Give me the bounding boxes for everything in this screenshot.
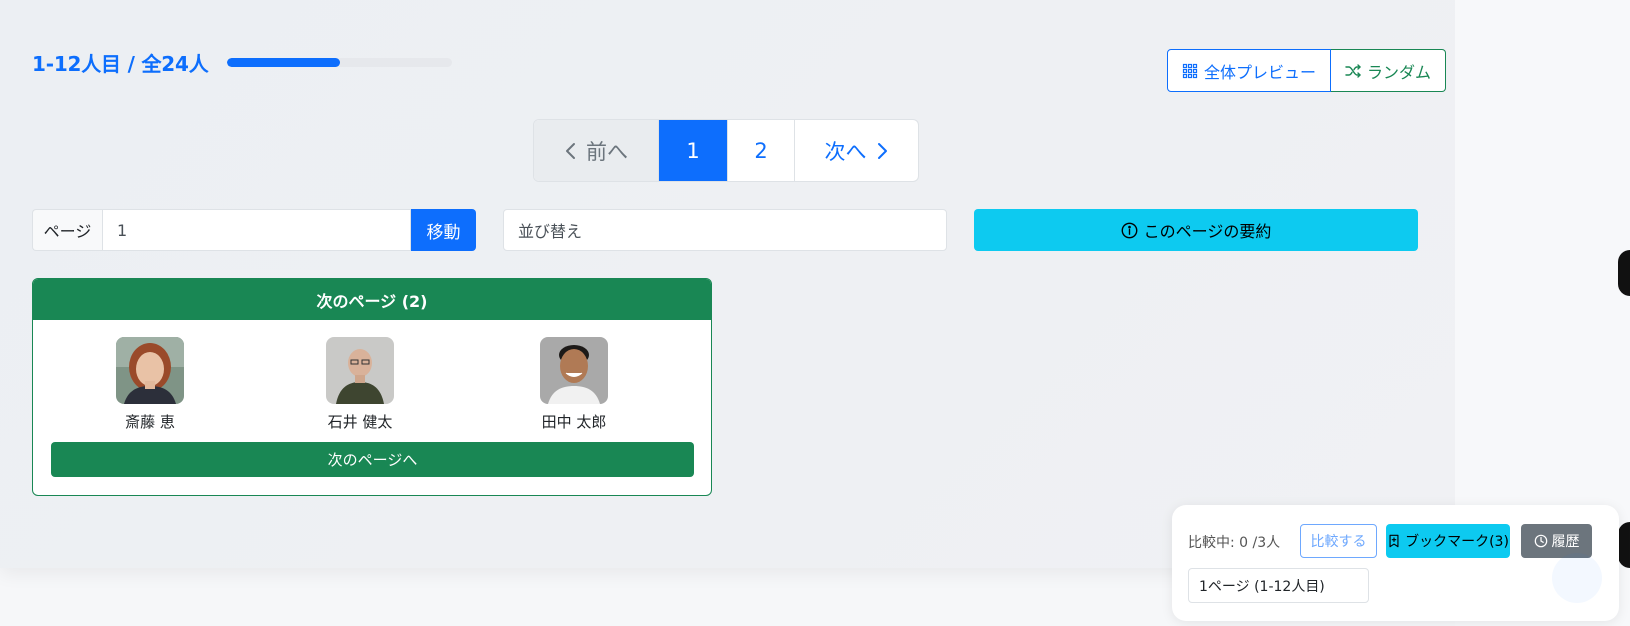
next-page-person: 石井 健太 [300, 337, 420, 432]
page-jump-button[interactable]: 移動 [411, 209, 476, 251]
person-name: 石井 健太 [327, 413, 393, 431]
result-count: 1-12人目 / 全24人 [32, 52, 209, 76]
floating-edge-button[interactable] [1618, 250, 1630, 296]
compare-panel: 比較中: 0 /3人 比較する ブックマーク(3) 履歴 1ページ (1-12人… [1172, 505, 1619, 621]
pagination-prev-label: 前へ [586, 139, 628, 164]
preview-all-label: 全体プレビュー [1204, 62, 1317, 82]
person-name: 斎藤 恵 [125, 413, 175, 431]
chevron-right-icon [877, 142, 887, 159]
main-panel: 1-12人目 / 全24人 全体プレビュー ランダム 前へ 1 2 次へ ページ… [0, 0, 1455, 568]
bookmark-label: ブックマーク(3) [1405, 534, 1509, 550]
preview-all-button[interactable]: 全体プレビュー [1167, 49, 1332, 92]
page-select-value: 1ページ (1-12人目) [1199, 578, 1325, 595]
pagination-next[interactable]: 次へ [794, 120, 918, 181]
random-button[interactable]: ランダム [1331, 49, 1447, 92]
next-page-button[interactable]: 次のページへ [51, 442, 694, 477]
progress-bar [227, 58, 452, 67]
avatar[interactable] [540, 337, 608, 404]
next-page-person: 田中 太郎 [514, 337, 634, 432]
avatar[interactable] [116, 337, 184, 404]
clock-icon [1534, 534, 1547, 548]
next-page-card-title: 次のページ (2) [33, 279, 711, 320]
pagination-next-label: 次へ [824, 139, 867, 164]
page-select[interactable]: 1ページ (1-12人目) [1188, 568, 1369, 603]
page-jump-input[interactable] [102, 209, 411, 251]
pagination: 前へ 1 2 次へ [533, 119, 919, 182]
pagination-page-2[interactable]: 2 [727, 120, 794, 181]
random-label: ランダム [1367, 62, 1432, 82]
info-icon [1121, 222, 1138, 238]
page-summary-label: このページの要約 [1143, 222, 1272, 241]
grid-icon [1182, 63, 1198, 78]
pagination-prev[interactable]: 前へ [534, 120, 658, 181]
chevron-left-icon [566, 142, 575, 159]
page-jump-group: ページ 移動 [32, 209, 476, 251]
page-jump-label: ページ [32, 209, 102, 251]
bookmark-button[interactable]: ブックマーク(3) [1386, 524, 1510, 558]
shuffle-icon [1345, 63, 1361, 78]
compare-button[interactable]: 比較する [1300, 524, 1377, 558]
person-name: 田中 太郎 [541, 413, 607, 431]
progress-fill [227, 58, 340, 67]
page-summary-button[interactable]: このページの要約 [974, 209, 1418, 251]
sort-select-value: 並び替え [518, 222, 583, 241]
sort-select[interactable]: 並び替え [503, 209, 947, 251]
pagination-page-1[interactable]: 1 [658, 120, 727, 181]
bookmark-icon [1389, 534, 1399, 548]
next-page-card: 次のページ (2) 斎藤 恵 石井 健太 田中 太郎 次のページへ [32, 278, 712, 496]
floating-edge-button[interactable] [1618, 522, 1630, 568]
view-button-group: 全体プレビュー ランダム [1167, 49, 1447, 92]
history-label: 履歴 [1551, 534, 1580, 550]
floating-action-shadow [1552, 553, 1602, 603]
compare-status: 比較中: 0 /3人 [1188, 535, 1281, 551]
avatar[interactable] [326, 337, 394, 404]
next-page-person: 斎藤 恵 [90, 337, 210, 432]
